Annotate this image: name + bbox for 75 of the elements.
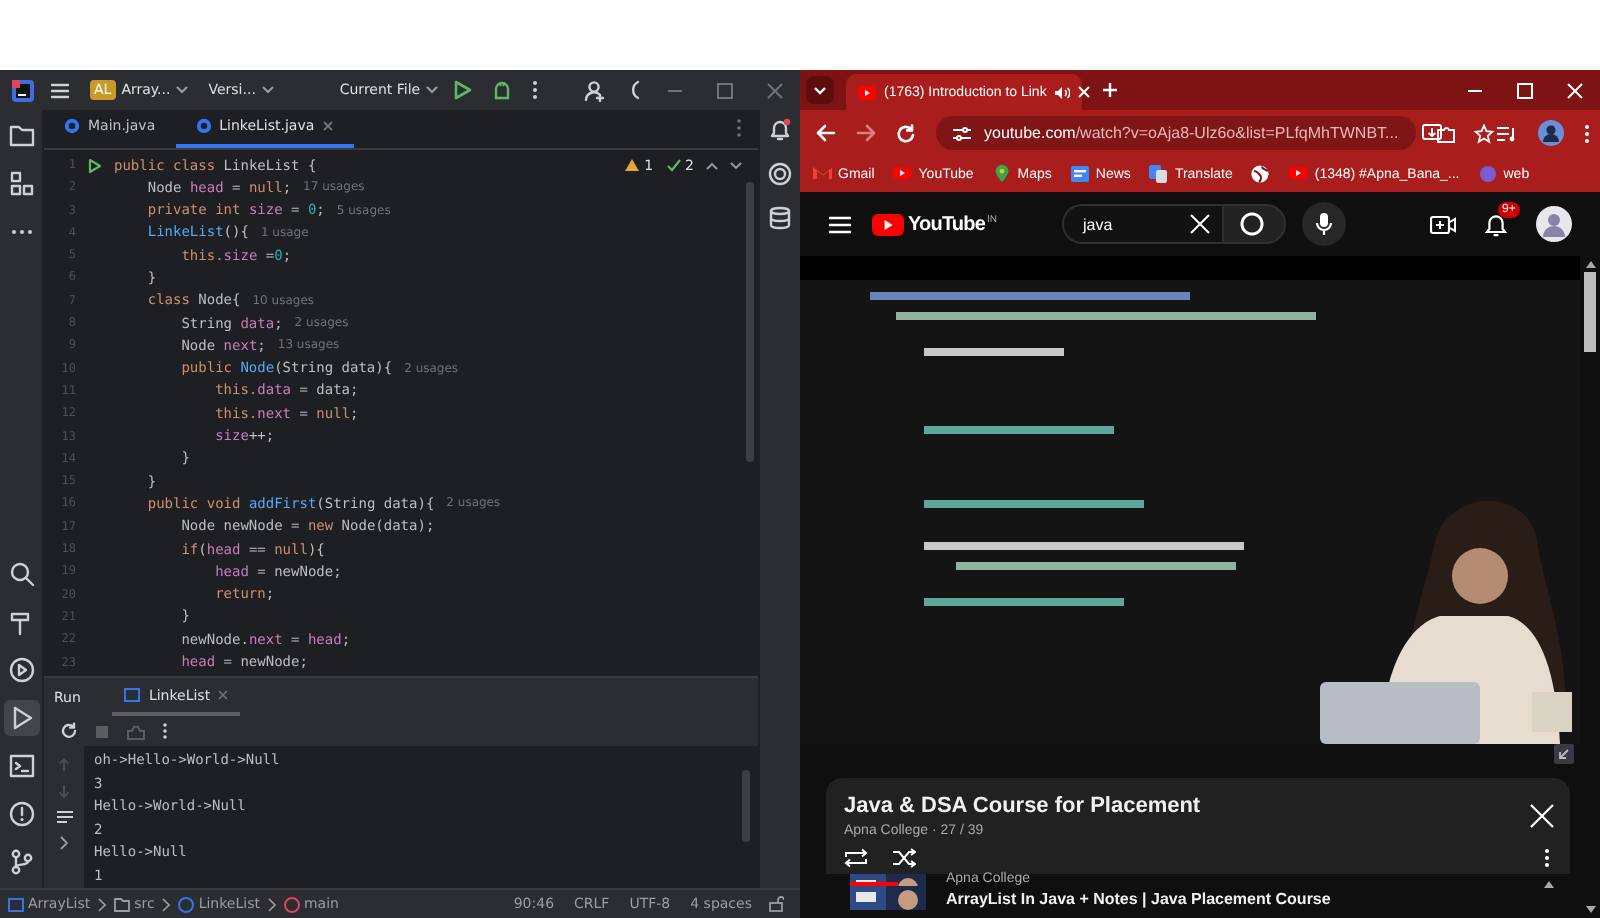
back-icon[interactable] xyxy=(816,124,836,142)
gmail-icon xyxy=(812,164,832,184)
scroll-up-icon[interactable] xyxy=(1544,880,1554,888)
run-icon[interactable] xyxy=(3,700,39,736)
speaker-icon[interactable] xyxy=(1054,85,1071,99)
search-button[interactable] xyxy=(1221,204,1285,244)
create-icon[interactable] xyxy=(1430,213,1456,235)
down-icon[interactable] xyxy=(730,161,742,169)
ai-assistant-icon[interactable] xyxy=(768,162,792,186)
install-icon[interactable] xyxy=(1422,124,1443,142)
youtube-icon xyxy=(892,164,913,184)
bell-icon[interactable] xyxy=(1484,211,1508,237)
reload-icon[interactable] xyxy=(896,123,916,143)
scrollbar[interactable] xyxy=(746,181,754,462)
scroll-down-icon[interactable] xyxy=(1585,906,1595,914)
globe-icon xyxy=(1250,164,1271,184)
class-icon xyxy=(178,895,195,913)
rerun-icon[interactable] xyxy=(60,722,78,740)
bookmark[interactable] xyxy=(1250,164,1271,184)
module-icon xyxy=(8,895,24,913)
scrollbar[interactable] xyxy=(1584,272,1596,352)
caret-icon xyxy=(261,86,274,94)
app-logo-icon[interactable] xyxy=(12,79,34,101)
clear-icon[interactable] xyxy=(1189,214,1209,234)
shuffle-icon[interactable] xyxy=(892,848,916,868)
scrollbar[interactable] xyxy=(742,770,750,842)
warning-icon[interactable] xyxy=(624,158,641,172)
extensions-icon[interactable] xyxy=(1436,123,1456,143)
more-icon[interactable] xyxy=(1584,123,1590,143)
media-controls-icon[interactable] xyxy=(1496,125,1518,141)
avatar-icon[interactable] xyxy=(1536,206,1572,242)
wrap-lines-icon[interactable] xyxy=(55,810,73,824)
logo-text[interactable]: YouTube xyxy=(908,213,985,235)
site-settings-icon[interactable] xyxy=(952,125,972,141)
folder-icon xyxy=(114,895,131,913)
check-icon[interactable] xyxy=(665,158,682,172)
microphone-icon[interactable] xyxy=(1301,202,1345,246)
bug-icon[interactable] xyxy=(492,80,513,100)
up-icon[interactable] xyxy=(706,161,718,169)
chevron-icon xyxy=(98,897,107,911)
more-icon[interactable] xyxy=(1544,848,1550,868)
more-icon[interactable] xyxy=(162,722,168,740)
tab-search-icon[interactable] xyxy=(806,76,834,104)
youtube-icon xyxy=(1288,164,1309,184)
notifications-icon[interactable] xyxy=(768,118,792,142)
news-icon xyxy=(1069,164,1090,184)
play-logo-icon[interactable] xyxy=(872,213,904,235)
console-icon xyxy=(124,688,141,702)
star-icon[interactable] xyxy=(1474,123,1495,143)
caret-icon xyxy=(426,86,439,94)
translate-icon xyxy=(1148,164,1169,184)
search-field[interactable]: java xyxy=(1061,204,1221,244)
maps-icon xyxy=(991,164,1012,184)
java-file-icon xyxy=(195,118,212,135)
forward-icon[interactable] xyxy=(856,124,876,142)
lock-icon[interactable] xyxy=(768,896,784,912)
database-icon[interactable] xyxy=(768,206,792,230)
new-tab-icon[interactable] xyxy=(1102,82,1118,98)
java-file-icon xyxy=(64,118,80,135)
run-icon[interactable] xyxy=(88,157,102,173)
run-icon[interactable] xyxy=(454,80,473,100)
playlist-title[interactable]: Java & DSA Course for Placement xyxy=(844,794,1530,818)
miniplayer-icon[interactable] xyxy=(1554,744,1574,764)
add-user-icon[interactable] xyxy=(584,79,607,101)
bookmark-icon xyxy=(1477,164,1498,184)
more-icon[interactable] xyxy=(532,80,539,100)
youtube-icon xyxy=(858,85,876,99)
scroll-up-icon[interactable] xyxy=(1585,260,1595,268)
chevron-icon xyxy=(267,897,276,911)
method-icon xyxy=(283,895,300,913)
menu-icon[interactable] xyxy=(50,81,70,99)
caret-icon xyxy=(176,86,189,94)
chevron-icon xyxy=(162,897,171,911)
expand-icon[interactable] xyxy=(60,836,68,850)
loop-icon[interactable] xyxy=(844,848,868,868)
